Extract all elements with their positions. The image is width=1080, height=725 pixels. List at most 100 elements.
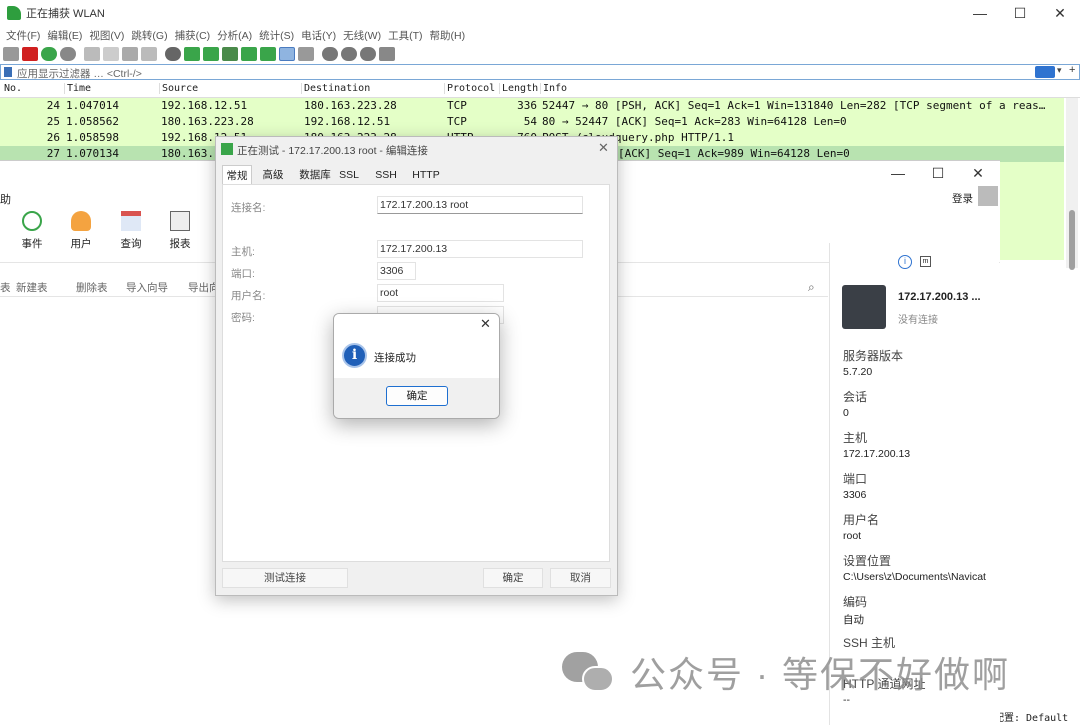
open-file-icon[interactable] [84,47,100,61]
pkt-no: 24 [46,99,60,112]
navicat-logo-icon [221,143,233,155]
user-field[interactable]: root [377,284,504,302]
packet-row[interactable]: 24 1.047014 192.168.12.51 180.163.223.28… [0,98,1064,114]
import-wizard-button[interactable]: 导入向导 [126,280,168,295]
menu-file[interactable]: 文件(F) [6,28,40,43]
delete-table-button[interactable]: 删除表 [76,280,108,295]
port-field[interactable]: 3306 [377,262,416,280]
menu-edit[interactable]: 编辑(E) [47,28,82,43]
tab-databases[interactable]: 数据库 [296,165,334,185]
window-title: 正在捕获 WLAN [26,8,105,20]
tool-report[interactable]: 报表 [160,211,200,251]
avatar[interactable] [978,186,998,206]
menu-telephony[interactable]: 电话(Y) [301,28,336,43]
add-filter-button[interactable]: + [1069,64,1075,76]
navicat-close-button[interactable]: ✕ [958,160,998,186]
tab-http[interactable]: HTTP [411,165,441,185]
col-source[interactable]: Source [159,83,198,94]
tool-query[interactable]: 查询 [111,211,151,251]
bookmark-icon[interactable] [4,67,12,77]
tool-user[interactable]: 用户 [61,211,101,251]
message-close-icon[interactable]: ✕ [480,316,491,332]
autoscroll-icon[interactable] [279,47,295,61]
menu-tools[interactable]: 工具(T) [388,28,422,43]
scrollbar-thumb[interactable] [1069,210,1075,270]
tab-ssh[interactable]: SSH [374,165,398,185]
info-icon[interactable]: i [898,255,912,269]
col-time[interactable]: Time [64,83,91,94]
dialog-ok-button[interactable]: 确定 [483,568,543,588]
stop-capture-icon[interactable] [22,47,38,61]
close-file-icon[interactable] [122,47,138,61]
start-capture-icon[interactable] [3,47,19,61]
capture-options-icon[interactable] [60,47,76,61]
tab-ssl[interactable]: SSL [337,165,361,185]
pkt-src: 180.163. [161,147,214,160]
tool-report-label: 报表 [169,238,191,250]
navicat-minimize-button[interactable]: — [878,160,918,186]
colorize-icon[interactable] [298,47,314,61]
find-packet-icon[interactable] [165,47,181,61]
profile-status[interactable]: 配置: Default [994,706,1080,724]
message-body: ✕ i 连接成功 [334,314,499,378]
packet-row[interactable]: 25 1.058562 180.163.223.28 192.168.12.51… [0,114,1064,130]
tool-event[interactable]: 事件 [12,211,52,251]
apply-filter-icon[interactable] [1035,66,1055,78]
go-forward-icon[interactable] [203,47,219,61]
col-length[interactable]: Length [499,83,538,94]
user-label: 用户名: [231,290,266,302]
filter-input[interactable]: 应用显示过滤器 … <Ctrl-/> [17,66,142,81]
restart-capture-icon[interactable] [41,47,57,61]
navicat-maximize-button[interactable]: ☐ [918,160,958,186]
zoom-out-icon[interactable] [341,47,357,61]
menu-statistics[interactable]: 统计(S) [259,28,294,43]
col-destination[interactable]: Destination [301,83,370,94]
menu-go[interactable]: 跳转(G) [131,28,167,43]
login-label[interactable]: 登录 [952,191,973,206]
watermark-text: 公众号 · 等保不好做啊 [630,654,1010,695]
info-value-encoding: 自动 [843,614,864,626]
display-filter-bar[interactable]: 应用显示过滤器 … <Ctrl-/> ▾ + [0,64,1080,80]
pkt-info: 80 → 52447 [ACK] Seq=1 Ack=283 Win=64128… [542,115,847,128]
info-label-encoding: 编码 [843,595,868,609]
tab-advanced[interactable]: 高级 [258,165,288,185]
first-packet-icon[interactable] [241,47,257,61]
main-toolbar [0,44,1080,64]
conn-name-field[interactable]: 172.17.200.13 root [377,196,583,214]
last-packet-icon[interactable] [260,47,276,61]
col-no[interactable]: No. [2,83,22,94]
filter-dropdown-icon[interactable]: ▾ [1057,65,1062,76]
pkt-time: 1.070134 [66,147,119,160]
host-field[interactable]: 172.17.200.13 [377,240,583,258]
dialog-close-icon[interactable]: ✕ [598,140,609,156]
menu-analyze[interactable]: 分析(A) [217,28,252,43]
info-value-user: root [843,530,862,542]
resize-columns-icon[interactable] [379,47,395,61]
col-info[interactable]: Info [540,83,567,94]
menu-view[interactable]: 视图(V) [89,28,124,43]
wechat-icon [562,650,620,694]
go-to-packet-icon[interactable] [222,47,238,61]
test-connection-button[interactable]: 测试连接 [222,568,348,588]
pkt-proto: TCP [447,99,467,112]
maximize-button[interactable]: ☐ [1000,0,1040,26]
search-icon[interactable]: ⌕ [808,280,815,295]
message-text: 连接成功 [374,352,416,364]
zoom-in-icon[interactable] [322,47,338,61]
menu-help[interactable]: 帮助(H) [430,28,466,43]
packet-list-scrollbar[interactable] [1066,98,1078,270]
tab-general[interactable]: 常规 [222,165,252,185]
minimize-button[interactable]: — [960,0,1000,26]
reload-icon[interactable] [141,47,157,61]
message-ok-button[interactable]: 确定 [386,386,448,406]
save-file-icon[interactable] [103,47,119,61]
ddl-icon[interactable]: m [920,256,931,267]
close-button[interactable]: ✕ [1040,0,1080,26]
normal-size-icon[interactable] [360,47,376,61]
new-table-button[interactable]: 新建表 [16,280,48,295]
col-protocol[interactable]: Protocol [444,83,495,94]
go-back-icon[interactable] [184,47,200,61]
dialog-cancel-button[interactable]: 取消 [550,568,611,588]
menu-wireless[interactable]: 无线(W) [343,28,381,43]
menu-capture[interactable]: 捕获(C) [175,28,211,43]
